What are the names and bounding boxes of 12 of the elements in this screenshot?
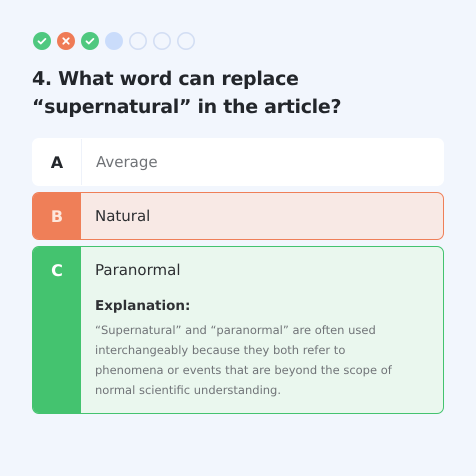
option-letter: A (50, 153, 64, 174)
option-letter: B (50, 207, 64, 228)
option-text: Paranormal (95, 260, 182, 280)
option-text: Average (96, 152, 159, 172)
option-text: Natural (95, 206, 152, 226)
explanation-title: Explanation: (95, 298, 192, 314)
answer-option[interactable]: C Paranormal Explanation: “Supernatural” and “paranormal” are often used interchangeably because they both refer to phenomena or events that are beyond the scope of normal scientific understanding. (32, 246, 444, 414)
answer-option[interactable]: A Average (32, 138, 444, 186)
answer-option[interactable]: B Natural (32, 192, 444, 240)
question-text: 4. What word can replace “supernatural” in the article? (32, 67, 342, 120)
option-letter: C (51, 261, 63, 282)
explanation-text: “Supernatural” and “paranormal” are often used interchangeably because they both refer to phenomena or events that are beyond the scope of normal scientific understanding. (95, 322, 393, 399)
